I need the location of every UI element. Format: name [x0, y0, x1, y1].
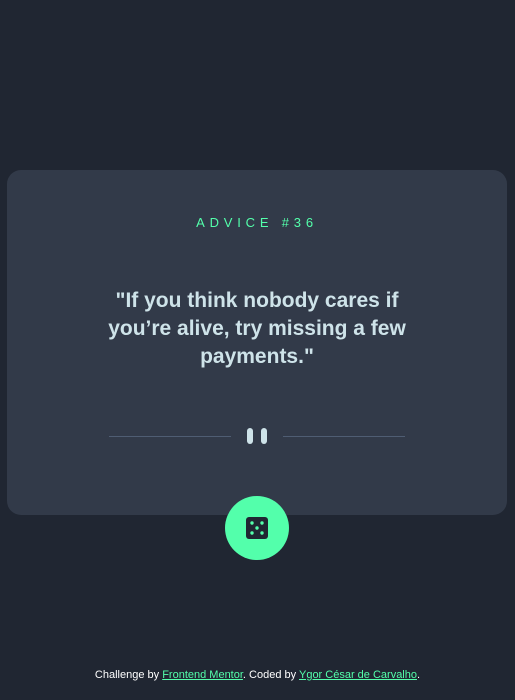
frontend-mentor-link[interactable]: Frontend Mentor: [162, 669, 243, 681]
attribution-footer: Challenge by Frontend Mentor. Coded by Y…: [0, 669, 515, 681]
advice-quote: "If you think nobody cares if you’re ali…: [108, 289, 406, 368]
new-advice-button[interactable]: [225, 496, 289, 560]
divider: [109, 428, 405, 446]
author-link[interactable]: Ygor César de Carvalho: [299, 669, 417, 681]
footer-middle: . Coded by: [242, 669, 299, 681]
footer-prefix: Challenge by: [94, 669, 163, 681]
dice-icon: [246, 517, 268, 539]
divider-line-left: [109, 436, 231, 437]
advice-id: ADVICE #36: [196, 215, 318, 230]
footer-suffix: .: [417, 669, 421, 681]
advice-card: ADVICE #36 "If you think nobody cares if…: [7, 170, 507, 515]
divider-line-right: [283, 436, 405, 437]
pause-icon: [247, 428, 267, 444]
